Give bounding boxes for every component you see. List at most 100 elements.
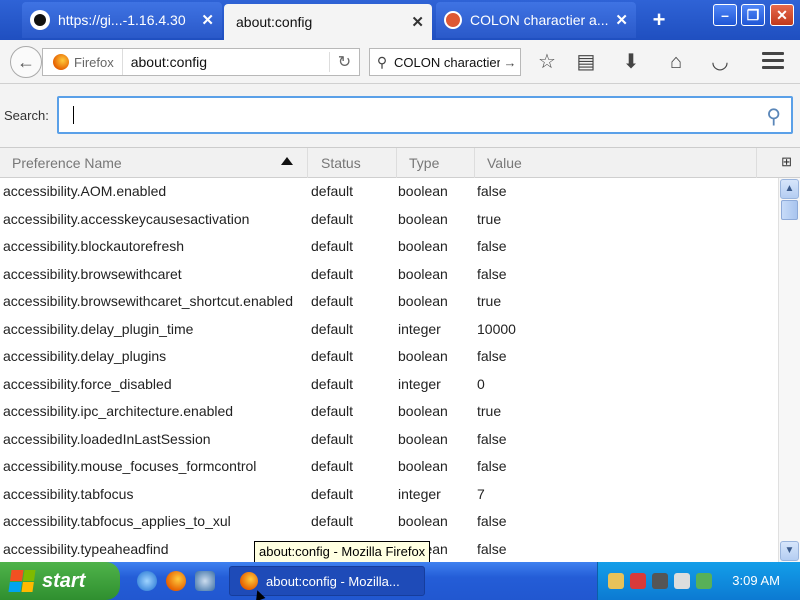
close-tab-icon[interactable]: ✕ xyxy=(411,13,424,31)
url-text[interactable]: about:config xyxy=(123,54,329,70)
pref-value-cell: false xyxy=(477,265,507,282)
tab-github[interactable]: https://gi...-1.16.4.30 ✕ xyxy=(22,2,222,38)
pref-status-cell: default xyxy=(311,403,354,419)
pref-status-cell: default xyxy=(311,210,354,227)
volume-tray-icon[interactable] xyxy=(674,573,690,589)
column-header-status[interactable]: Status xyxy=(309,148,397,178)
start-button[interactable]: start xyxy=(0,562,120,600)
maximize-button[interactable]: ❐ xyxy=(741,4,765,26)
reading-list-icon[interactable]: ▤ xyxy=(574,50,598,74)
pref-status-cell: default xyxy=(311,485,354,502)
pref-value-cell: true xyxy=(477,210,502,227)
pref-type-cell: boolean xyxy=(398,265,448,282)
config-search-input[interactable]: ⚲ xyxy=(57,96,793,134)
pref-type-cell: integer xyxy=(398,320,441,337)
tab-duckduckgo[interactable]: COLON charactier a... ✕ xyxy=(436,2,636,38)
vertical-scrollbar[interactable]: ▲ ▼ xyxy=(778,178,800,562)
table-row[interactable]: accessibility.ipc_architecture.enabled de… xyxy=(0,398,778,426)
vmware-tray-icon[interactable] xyxy=(652,573,668,589)
web-search-text[interactable]: COLON charactier xyxy=(394,55,500,70)
firefox-quicklaunch-icon[interactable] xyxy=(166,571,186,591)
pref-value-cell: false xyxy=(477,348,507,364)
pref-type-cell: boolean xyxy=(398,430,448,447)
pref-type-cell: boolean xyxy=(398,238,448,254)
start-label: start xyxy=(42,569,86,592)
pref-name-cell: accessibility.blockautorefresh xyxy=(3,238,185,254)
column-picker-icon[interactable]: ⊞ xyxy=(781,154,792,170)
column-header-value[interactable]: Value xyxy=(475,148,757,178)
search-go-icon[interactable]: → xyxy=(500,55,520,70)
pocket-icon[interactable]: ◡ xyxy=(708,50,732,74)
pref-status-cell: default xyxy=(311,293,354,309)
reload-icon[interactable]: ↻ xyxy=(329,52,359,72)
back-button[interactable]: ← xyxy=(10,46,42,78)
url-bar[interactable]: Firefox about:config ↻ xyxy=(42,48,360,76)
windows-logo-icon xyxy=(8,570,36,592)
minimize-button[interactable]: – xyxy=(713,4,737,26)
tab-label: about:config xyxy=(236,14,313,30)
pref-value-cell: 7 xyxy=(477,485,485,502)
clock: 3:09 AM xyxy=(732,573,780,588)
pref-name-cell: accessibility.tabfocus_applies_to_xul xyxy=(3,513,231,529)
github-icon xyxy=(30,10,50,30)
hamburger-menu-icon[interactable] xyxy=(762,52,784,70)
pref-name-cell: accessibility.ipc_architecture.enabled xyxy=(3,403,234,419)
column-header-type[interactable]: Type xyxy=(397,148,475,178)
pref-type-cell: boolean xyxy=(398,513,448,529)
table-row[interactable]: accessibility.accesskeycausesactivation d… xyxy=(0,206,778,234)
identity-box[interactable]: Firefox xyxy=(43,49,123,75)
close-tab-icon[interactable]: ✕ xyxy=(201,11,214,29)
table-row[interactable]: accessibility.tabfocus default integer 7 xyxy=(0,481,778,509)
table-row[interactable]: accessibility.browsewithcaret_shortcut.e… xyxy=(0,288,778,316)
pref-status-cell: default xyxy=(311,238,354,254)
table-row[interactable]: accessibility.delay_plugin_time default in… xyxy=(0,316,778,344)
scroll-up-icon[interactable]: ▲ xyxy=(780,179,799,199)
search-label: Search: xyxy=(4,108,49,123)
pref-name-cell: accessibility.browsewithcaret_shortcut.e… xyxy=(3,293,293,309)
table-row[interactable]: accessibility.blockautorefresh default boo… xyxy=(0,233,778,261)
home-icon[interactable]: ⌂ xyxy=(664,50,688,74)
tab-label: https://gi...-1.16.4.30 xyxy=(58,12,186,28)
table-row[interactable]: accessibility.force_disabled default integ… xyxy=(0,371,778,399)
firefox-icon xyxy=(53,54,69,70)
table-row[interactable]: accessibility.loadedInLastSession default… xyxy=(0,426,778,454)
pref-value-cell: false xyxy=(477,430,507,447)
scrollbar-thumb[interactable] xyxy=(781,200,798,220)
bookmark-star-icon[interactable]: ☆ xyxy=(535,50,559,74)
pref-status-cell: default xyxy=(311,375,354,392)
pref-type-cell: integer xyxy=(398,375,441,392)
app-quicklaunch-icon[interactable] xyxy=(195,571,215,591)
table-row[interactable]: accessibility.AOM.enabled default boolean f… xyxy=(0,178,778,206)
downloads-icon[interactable]: ⬇ xyxy=(619,50,643,74)
pref-value-cell: 0 xyxy=(477,375,485,392)
close-tab-icon[interactable]: ✕ xyxy=(615,11,628,29)
pref-name-cell: accessibility.browsewithcaret xyxy=(3,265,182,282)
table-row[interactable]: accessibility.browsewithcaret default bool… xyxy=(0,261,778,289)
close-window-button[interactable]: ✕ xyxy=(770,4,794,26)
pref-status-cell: default xyxy=(311,513,354,529)
tools-tray-icon[interactable] xyxy=(608,573,624,589)
tab-about-config[interactable]: about:config ✕ xyxy=(224,4,432,40)
pref-value-cell: false xyxy=(477,238,507,254)
column-header-name[interactable]: Preference Name xyxy=(0,148,308,178)
system-tray: 3:09 AM xyxy=(597,562,800,600)
pref-name-cell: accessibility.loadedInLastSession xyxy=(3,430,211,447)
pref-status-cell: default xyxy=(311,430,354,447)
preferences-list: accessibility.AOM.enabled default boolean f… xyxy=(0,178,778,562)
ie-icon[interactable] xyxy=(137,571,157,591)
table-row[interactable]: accessibility.tabfocus_applies_to_xul def… xyxy=(0,508,778,536)
pref-name-cell: accessibility.accesskeycausesactivation xyxy=(3,210,250,227)
network-tray-icon[interactable] xyxy=(696,573,712,589)
pref-status-cell: default xyxy=(311,183,354,199)
shield-tray-icon[interactable] xyxy=(630,573,646,589)
scroll-down-icon[interactable]: ▼ xyxy=(780,541,799,561)
table-row[interactable]: accessibility.mouse_focuses_formcontrol d… xyxy=(0,453,778,481)
magnifier-icon: ⚲ xyxy=(766,106,781,128)
new-tab-button[interactable]: + xyxy=(645,6,673,34)
table-row[interactable]: accessibility.delay_plugins default boolea… xyxy=(0,343,778,371)
web-search-box[interactable]: ⚲ COLON charactier → xyxy=(369,48,521,76)
pref-status-cell: default xyxy=(311,348,354,364)
pref-value-cell: 10000 xyxy=(477,320,516,337)
taskbar-tooltip: about:config - Mozilla Firefox xyxy=(254,541,431,563)
tab-strip: https://gi...-1.16.4.30 ✕ about:config ✕… xyxy=(0,0,800,40)
